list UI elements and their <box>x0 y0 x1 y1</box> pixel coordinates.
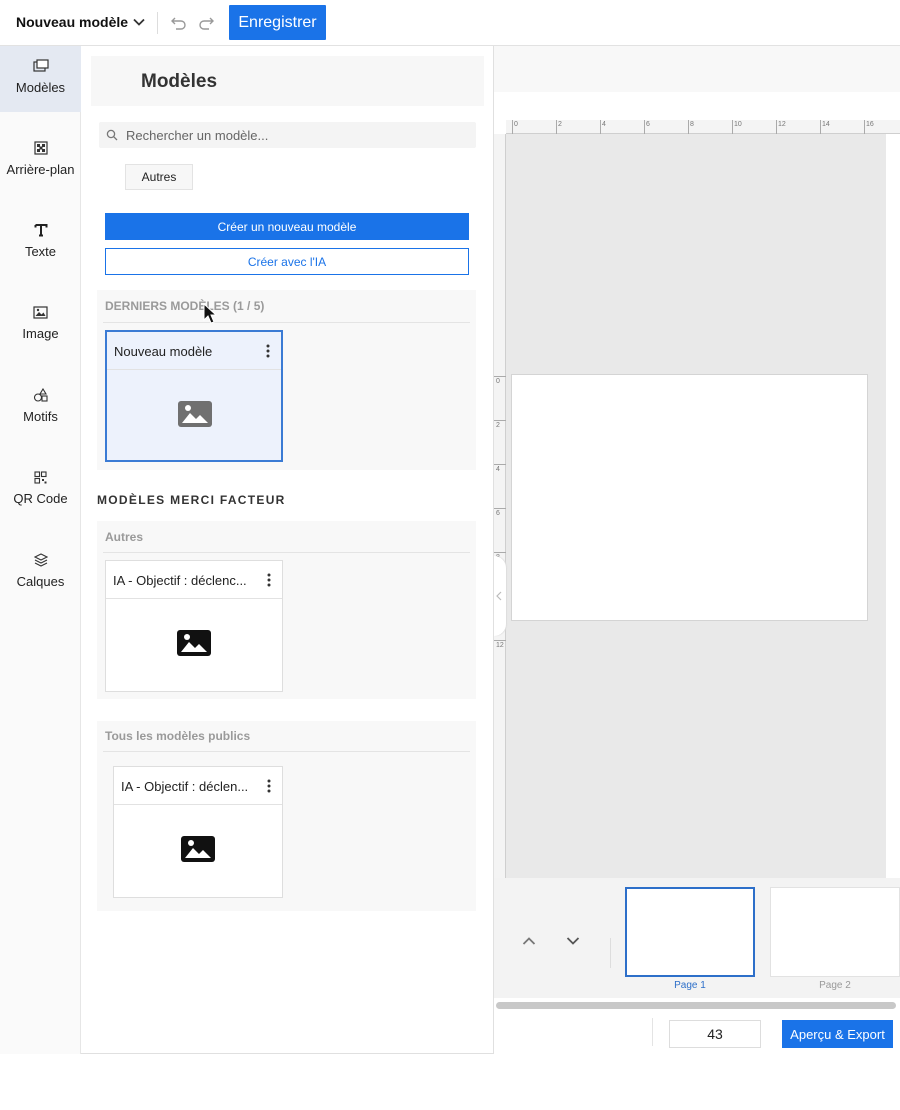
image-placeholder-icon <box>181 836 215 862</box>
templates-panel: Modèles Autres Créer un nouveau modèle C… <box>81 46 494 1054</box>
canvas-toolbar <box>494 46 900 92</box>
save-button[interactable]: Enregistrer <box>229 5 326 40</box>
filter-chip-others[interactable]: Autres <box>125 164 193 190</box>
template-card[interactable]: Nouveau modèle <box>105 330 283 462</box>
chevron-up-icon[interactable] <box>522 936 536 946</box>
template-card-title: IA - Objectif : déclen... <box>121 779 249 794</box>
chevron-down-icon[interactable] <box>131 14 147 30</box>
template-card[interactable]: IA - Objectif : déclen... <box>113 766 283 898</box>
panel-title: Modèles <box>141 71 218 92</box>
bottom-bar: Aperçu & Export <box>494 1012 900 1054</box>
layers-icon <box>33 553 48 567</box>
ruler-label: 4 <box>496 466 500 473</box>
more-vertical-icon[interactable] <box>266 572 272 588</box>
ruler-label: 0 <box>514 121 518 128</box>
template-card[interactable]: IA - Objectif : déclenc... <box>105 560 283 692</box>
sidebar-item-label: Image <box>22 326 59 341</box>
sidebar-item-text[interactable]: Texte <box>0 210 81 276</box>
ruler-label: 8 <box>690 121 694 128</box>
pages-strip: Page 1 Page 2 <box>494 878 900 998</box>
search-box <box>99 122 476 148</box>
more-vertical-icon[interactable] <box>265 343 271 359</box>
sidebar-item-label: Texte <box>24 244 57 259</box>
templates-icon <box>32 59 49 72</box>
canvas-workspace[interactable] <box>506 134 886 924</box>
artboard[interactable] <box>511 374 868 621</box>
section-divider <box>103 751 470 752</box>
canvas-area: 0 2 4 6 8 10 12 14 16 0 2 4 6 8 10 12 Pa… <box>494 46 900 1054</box>
panel-header: Modèles <box>91 56 484 106</box>
card-divider <box>106 598 282 599</box>
create-with-ai-button[interactable]: Créer avec l'IA <box>105 248 469 275</box>
section-divider <box>103 322 470 323</box>
page-thumbnail-2[interactable] <box>770 887 900 977</box>
section-title: DERNIERS MODÈLES (1 / 5) <box>105 299 265 313</box>
sidebar-item-label: Arrière-plan <box>6 162 75 177</box>
sidebar-item-label: Calques <box>16 574 65 589</box>
sidebar-item-templates[interactable]: Modèles <box>0 46 81 112</box>
template-card-title: IA - Objectif : déclenc... <box>113 573 247 588</box>
undo-icon[interactable] <box>170 14 188 32</box>
page-thumbnail-1[interactable] <box>625 887 755 977</box>
ruler-label: 0 <box>496 378 500 385</box>
ruler-label: 14 <box>822 121 830 128</box>
others-templates-section: Autres IA - Objectif : déclenc... <box>97 521 476 699</box>
image-placeholder-icon <box>177 630 211 656</box>
tool-sidebar: Modèles Arrière-plan Texte Image Motifs … <box>0 46 81 1054</box>
horizontal-ruler: 0 2 4 6 8 10 12 14 16 <box>506 120 900 134</box>
ruler-label: 6 <box>496 510 500 517</box>
sidebar-item-qr-code[interactable]: QR Code <box>0 456 81 522</box>
panel-collapse-handle[interactable] <box>494 556 506 636</box>
strip-divider <box>610 938 611 968</box>
sidebar-item-label: Modèles <box>15 80 66 95</box>
ruler-label: 2 <box>558 121 562 128</box>
ruler-label: 12 <box>778 121 786 128</box>
mouse-cursor-icon <box>203 303 217 324</box>
zoom-input[interactable] <box>669 1020 761 1048</box>
sidebar-item-layers[interactable]: Calques <box>0 538 81 604</box>
preview-export-button[interactable]: Aperçu & Export <box>782 1020 893 1048</box>
ruler-label: 10 <box>734 121 742 128</box>
sidebar-item-background[interactable]: Arrière-plan <box>0 128 81 194</box>
image-icon <box>33 306 48 319</box>
vertical-ruler: 0 2 4 6 8 10 12 <box>494 134 506 924</box>
top-toolbar: Nouveau modèle Enregistrer <box>0 0 900 46</box>
page-label: Page 2 <box>819 980 851 991</box>
redo-icon[interactable] <box>197 14 215 32</box>
section-title: Autres <box>105 530 144 544</box>
recent-templates-section: DERNIERS MODÈLES (1 / 5) Nouveau modèle <box>97 290 476 470</box>
qr-code-icon <box>34 471 47 484</box>
search-input[interactable] <box>126 122 466 148</box>
ruler-label: 16 <box>866 121 874 128</box>
card-divider <box>107 369 281 370</box>
template-card-title: Nouveau modèle <box>114 344 213 359</box>
ruler-label: 6 <box>646 121 650 128</box>
merci-facteur-heading: MODÈLES MERCI FACTEUR <box>97 493 286 507</box>
section-divider <box>103 552 470 553</box>
sidebar-item-label: QR Code <box>13 491 68 506</box>
background-icon <box>33 141 48 155</box>
horizontal-scrollbar[interactable] <box>496 1002 896 1009</box>
document-title[interactable]: Nouveau modèle <box>16 14 128 30</box>
shapes-icon <box>33 388 48 402</box>
more-vertical-icon[interactable] <box>266 778 272 794</box>
bottom-divider <box>652 1018 653 1046</box>
chevron-down-icon[interactable] <box>566 936 580 946</box>
ruler-label: 2 <box>496 422 500 429</box>
image-placeholder-icon <box>178 401 212 427</box>
card-divider <box>114 804 282 805</box>
public-templates-section: Tous les modèles publics IA - Objectif :… <box>97 721 476 911</box>
page-label: Page 1 <box>674 980 706 991</box>
ruler-label: 12 <box>496 642 504 649</box>
ruler-label: 4 <box>602 121 606 128</box>
toolbar-divider <box>157 12 158 34</box>
sidebar-item-label: Motifs <box>23 409 58 424</box>
text-icon <box>34 224 47 237</box>
sidebar-item-shapes[interactable]: Motifs <box>0 374 81 440</box>
sidebar-item-image[interactable]: Image <box>0 292 81 358</box>
section-title: Tous les modèles publics <box>105 729 251 743</box>
create-template-button[interactable]: Créer un nouveau modèle <box>105 213 469 240</box>
search-icon <box>106 129 118 141</box>
chevron-left-icon <box>496 591 502 601</box>
